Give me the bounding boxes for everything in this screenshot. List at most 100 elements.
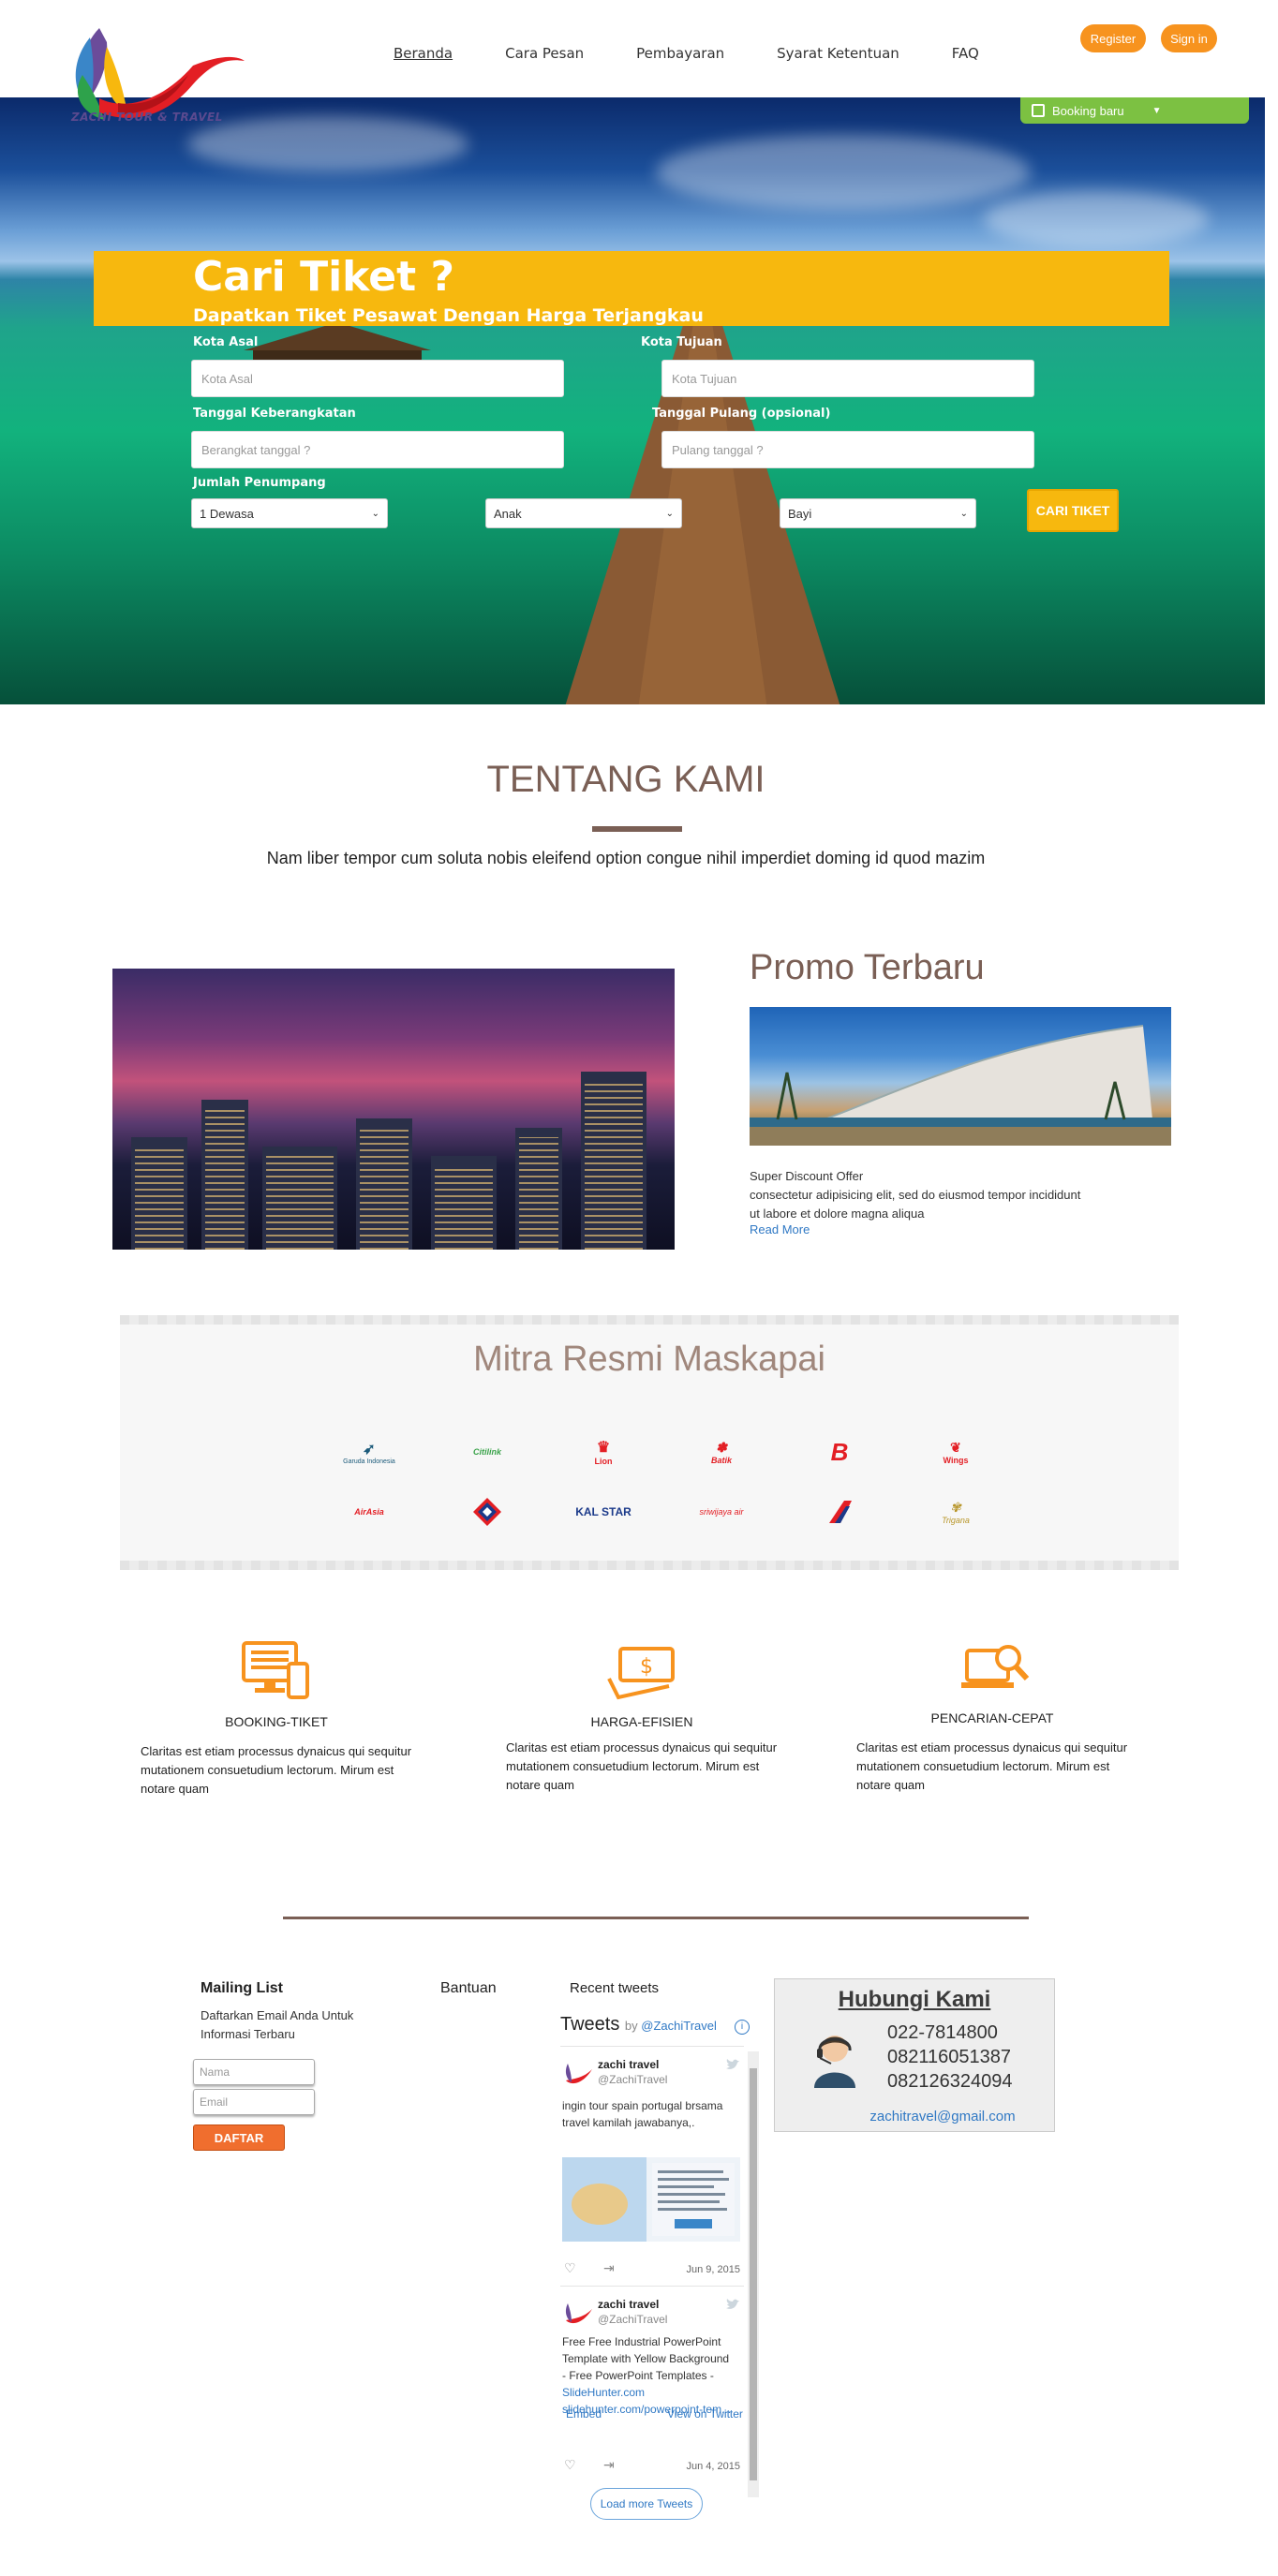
scrollbar-thumb[interactable]	[750, 2068, 757, 2480]
mitra-title: Mitra Resmi Maskapai	[473, 1340, 825, 1379]
tweet-text-line: travel kamilah jawabanya,.	[562, 2116, 695, 2129]
cari-tiket-button[interactable]: CARI TIKET	[1027, 489, 1119, 532]
mailing-list-title: Mailing List	[201, 1980, 283, 1996]
adult-select-value: 1 Dewasa	[200, 506, 254, 521]
laptop-search-icon	[961, 1645, 1030, 1688]
tweets-by: by @ZachiTravel	[625, 2019, 717, 2033]
site-logo[interactable]: ZACHI TOUR & TRAVEL	[62, 9, 249, 131]
like-icon[interactable]: ♡	[564, 2260, 576, 2276]
view-on-twitter-link[interactable]: View on Twitter	[667, 2407, 743, 2421]
tweet-text-line: Template with Yellow Background	[562, 2352, 730, 2365]
depart-date-input[interactable]: Berangkat tanggal ?	[191, 431, 564, 468]
airline-logo-airasia: AirAsia	[354, 1507, 384, 1517]
infant-select[interactable]: Bayi ⌄	[780, 498, 976, 528]
embed-link[interactable]: Embed	[566, 2407, 602, 2421]
feature-text: Claritas est etiam processus dynaicus qu…	[856, 1740, 1128, 1792]
twitter-bird-icon[interactable]	[725, 2058, 740, 2071]
feature-title: BOOKING-TIKET	[225, 1714, 328, 1729]
nav-syarat-ketentuan[interactable]: Syarat Ketentuan	[777, 45, 899, 62]
from-input[interactable]: Kota Asal	[191, 360, 564, 397]
airline-logo-sriwijaya: sriwijaya air	[699, 1507, 744, 1517]
airline-name: Lion	[594, 1457, 613, 1466]
bantuan-title: Bantuan	[440, 1980, 497, 1996]
airline-name: Wings	[943, 1455, 969, 1465]
search-subtitle: Dapatkan Tiket Pesawat Dengan Harga Terj…	[193, 305, 704, 326]
nav-beranda[interactable]: Beranda	[394, 45, 453, 62]
subscribe-button[interactable]: DAFTAR	[193, 2124, 285, 2151]
airline-logo-trigana: ✾ Trigana	[928, 1493, 984, 1531]
tweet-author-handle[interactable]: @ZachiTravel	[598, 2313, 667, 2326]
airline-name: Garuda Indonesia	[343, 1458, 395, 1465]
contact-phone[interactable]: 022-7814800	[887, 2022, 998, 2044]
signin-button[interactable]: Sign in	[1161, 24, 1217, 52]
mailing-list-text: Daftarkan Email Anda Untuk Informasi Ter…	[201, 2006, 353, 2044]
share-icon[interactable]: ⇥	[603, 2260, 615, 2276]
chevron-down-icon: ⌄	[371, 508, 379, 519]
read-more-link[interactable]: Read More	[750, 1222, 810, 1236]
promo-line: consectetur adipisicing elit, sed do eiu…	[750, 1188, 1081, 1202]
register-button[interactable]: Register	[1080, 24, 1146, 52]
adult-select[interactable]: 1 Dewasa ⌄	[191, 498, 388, 528]
airline-partners: Mitra Resmi Maskapai ➶ Garuda Indonesia …	[120, 1315, 1179, 1570]
booking-tab-label: Booking baru	[1052, 103, 1124, 118]
tweet-date[interactable]: Jun 4, 2015	[687, 2461, 741, 2472]
tweet-link[interactable]: SlideHunter.com	[562, 2384, 744, 2401]
tweet-author-name[interactable]: zachi travel	[598, 2298, 659, 2311]
timeline-scrollbar[interactable]	[748, 2051, 759, 2497]
airline-logo-tailfin	[811, 1493, 868, 1531]
info-icon[interactable]: i	[735, 2020, 750, 2035]
tweet-text: ingin tour spain portugal brsama travel …	[562, 2097, 744, 2131]
tweet[interactable]: zachi travel @ZachiTravel ingin tour spa…	[560, 2046, 744, 2286]
promo-heading: Super Discount Offer	[750, 1169, 864, 1183]
newsletter-name-input[interactable]: Nama	[193, 2059, 315, 2085]
twitter-handle-link[interactable]: @ZachiTravel	[641, 2019, 717, 2033]
nav-pembayaran[interactable]: Pembayaran	[636, 45, 724, 62]
promo-title: Promo Terbaru	[750, 948, 985, 987]
load-more-tweets-button[interactable]: Load more Tweets	[590, 2488, 703, 2520]
contact-email-link[interactable]: zachitravel@gmail.com	[775, 2109, 1054, 2124]
building-lights	[519, 1137, 558, 1250]
newsletter-email-input[interactable]: Email	[193, 2089, 315, 2115]
tweet-author-handle[interactable]: @ZachiTravel	[598, 2073, 667, 2086]
contact-phone[interactable]: 082126324094	[887, 2071, 1012, 2093]
mailing-text-line: Daftarkan Email Anda Untuk	[201, 2008, 354, 2022]
tweet-text-line: ingin tour spain portugal brsama	[562, 2099, 723, 2112]
contact-title: Hubungi Kami	[838, 1987, 991, 2012]
feature-title: PENCARIAN-CEPAT	[930, 1710, 1054, 1725]
nav-faq[interactable]: FAQ	[952, 45, 979, 62]
to-input[interactable]: Kota Tujuan	[661, 360, 1034, 397]
tweet-author-name[interactable]: zachi travel	[598, 2058, 659, 2071]
child-select[interactable]: Anak ⌄	[485, 498, 682, 528]
mailing-text-line: Informasi Terbaru	[201, 2027, 295, 2041]
building-lights	[205, 1109, 245, 1250]
svg-text:$: $	[640, 1655, 653, 1679]
tweet-media-image[interactable]	[562, 2157, 740, 2242]
airline-name: Trigana	[942, 1515, 970, 1525]
merpati-diamond-icon	[473, 1498, 501, 1526]
tweet-date[interactable]: Jun 9, 2015	[687, 2264, 741, 2275]
like-icon[interactable]: ♡	[564, 2457, 576, 2473]
booking-icon	[1032, 104, 1045, 117]
tweet-text: Free Free Industrial PowerPoint Template…	[562, 2333, 744, 2418]
about-title: TENTANG KAMI	[486, 759, 765, 800]
building-lights	[435, 1165, 493, 1250]
to-label: Kota Tujuan	[641, 335, 722, 349]
feature-text: Claritas est etiam processus dynaicus qu…	[141, 1744, 412, 1796]
chevron-down-icon: ⌄	[665, 508, 674, 519]
twitter-timeline: Tweets by @ZachiTravel i zachi travel @Z…	[557, 2006, 761, 2531]
main-nav: Beranda Cara Pesan Pembayaran Syarat Ket…	[394, 45, 1032, 62]
nav-cara-pesan[interactable]: Cara Pesan	[505, 45, 584, 62]
tweet[interactable]: zachi travel @ZachiTravel Free Free Indu…	[560, 2286, 744, 2482]
promo-image[interactable]	[750, 1007, 1171, 1146]
computer-icon	[242, 1641, 309, 1699]
return-date-input[interactable]: Pulang tanggal ?	[661, 431, 1034, 468]
contact-phone[interactable]: 082116051387	[887, 2047, 1011, 2068]
building-lights	[135, 1147, 184, 1250]
feature-text: Claritas est etiam processus dynaicus qu…	[506, 1740, 778, 1792]
wings-icon: ❦	[950, 1439, 961, 1455]
city-image	[112, 969, 675, 1250]
building-lights	[266, 1156, 334, 1250]
share-icon[interactable]: ⇥	[603, 2457, 615, 2473]
booking-baru-tab[interactable]: Booking baru ▼	[1020, 97, 1249, 124]
twitter-bird-icon[interactable]	[725, 2298, 740, 2311]
